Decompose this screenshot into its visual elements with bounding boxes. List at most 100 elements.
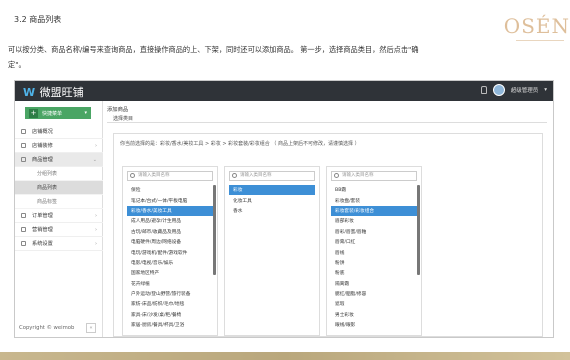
category-item[interactable]: 唇膏/口红 [331, 237, 417, 247]
order-icon [21, 213, 26, 218]
brush-icon [21, 143, 26, 148]
category-search-input[interactable]: 请输入类目名称 [331, 171, 417, 181]
category-item[interactable]: 笔记本/台式/一体/平板电脑 [127, 195, 213, 205]
category-item-selected[interactable]: 彩妆 [229, 185, 315, 196]
chevron-right-icon: › [95, 240, 97, 247]
chevron-down-icon: ▾ [84, 110, 87, 116]
scrollbar[interactable] [417, 185, 420, 275]
paragraph-text: 可以按分类、商品名称/编号来查询商品，直接操作商品的上、下架，同时还可以添加商品… [8, 45, 419, 54]
category-item[interactable]: 成人用品/避孕/计生用品 [127, 216, 213, 226]
category-item[interactable]: BB霜 [331, 185, 417, 195]
search-placeholder: 请输入类目名称 [240, 173, 272, 178]
sidebar-item-goods[interactable]: 商品管理 ⌄ [15, 153, 103, 167]
category-item[interactable]: 眼线/眼影 [331, 320, 417, 330]
plus-icon: + [29, 108, 38, 118]
category-item[interactable]: 古玩/邮币/收藏品及用品 [127, 227, 213, 237]
marketing-icon [21, 227, 26, 232]
chevron-right-icon: › [95, 142, 97, 149]
sidebar-item-label: 商品管理 [32, 157, 53, 163]
gear-icon [21, 241, 26, 246]
tab-label: 选择类目 [113, 116, 134, 122]
sidebar: + 快捷菜单 ▾ 店铺概况 店铺装修 › 商品管理 ⌄ 分组列表 商品列表 商品… [15, 101, 103, 337]
category-item[interactable]: 男士彩妆 [331, 310, 417, 320]
paragraph-text-end: 定"。 [8, 60, 26, 69]
sidebar-subitem-label: 分组列表 [37, 171, 58, 177]
category-item[interactable]: 家居-厨房/餐具/杯具/卫浴 [127, 320, 213, 330]
collapse-sidebar-button[interactable]: « [86, 323, 96, 333]
sidebar-item-decoration[interactable]: 店铺装修 › [15, 139, 103, 153]
category-list-level2: 彩妆 化妆工具 香水 [229, 185, 315, 335]
sidebar-item-settings[interactable]: 系统设置 › [15, 237, 103, 251]
category-item[interactable]: 电玩/游戏机/配件/游戏软件 [127, 247, 213, 257]
category-item[interactable]: 电影/电视/音乐/娱乐 [127, 258, 213, 268]
home-icon [21, 129, 26, 134]
category-item[interactable]: 腮红/胭脂/修容 [331, 289, 417, 299]
footer-band [0, 352, 570, 360]
sidebar-item-label: 营销管理 [32, 227, 53, 233]
sidebar-subitem-goods-list[interactable]: 商品列表 [15, 181, 103, 195]
category-item[interactable]: 家纺-床品/纺织/毛巾/地毯 [127, 299, 213, 309]
category-item[interactable]: 香水 [229, 206, 315, 216]
document-page: 3.2 商品列表 OSÉN 可以按分类、商品名称/编号来查询商品，直接操作商品的… [0, 0, 570, 360]
category-item[interactable]: 唇彩/唇蜜/唇釉 [331, 227, 417, 237]
quick-menu-button[interactable]: + 快捷菜单 ▾ [25, 107, 91, 119]
tab-select-category[interactable]: 选择类目 [107, 115, 547, 123]
category-list-level1: 保险 笔记本/台式/一体/平板电脑 彩妆/香水/美妆工具 成人用品/避孕/计生用… [127, 185, 213, 335]
selected-category-path: 你当前选择的是：彩妆/香水/美妆工具 > 彩妆 > 彩妆套装/彩妆组合 （ 商品… [120, 141, 360, 147]
category-item[interactable]: 国家地区特产 [127, 268, 213, 278]
chevron-right-icon: › [95, 226, 97, 233]
bag-icon [21, 157, 26, 162]
sidebar-item-label: 店铺装修 [32, 143, 53, 149]
category-item[interactable]: 遮瑕 [331, 299, 417, 309]
category-item[interactable]: 花卉绿植 [127, 279, 213, 289]
category-item[interactable]: 隔离霜 [331, 279, 417, 289]
sidebar-item-label: 店铺概况 [32, 129, 53, 135]
sidebar-subitem-tags[interactable]: 商品标签 [15, 195, 103, 209]
search-icon [130, 173, 135, 178]
chevron-right-icon: › [95, 212, 97, 219]
category-item[interactable]: 粉饼 [331, 258, 417, 268]
category-item-selected[interactable]: 彩妆套装/彩妆组合 [331, 205, 417, 217]
category-item[interactable]: 化妆工具 [229, 195, 315, 205]
logo-mark-icon: W [23, 86, 36, 99]
category-column-level3: 请输入类目名称 BB霜 彩妆盘/套装 彩妆套装/彩妆组合 眉部彩妆 唇彩/唇蜜/… [326, 166, 422, 336]
section-heading: 3.2 商品列表 [14, 15, 62, 24]
search-placeholder: 请输入类目名称 [138, 173, 170, 178]
app-logo-name: 微盟旺铺 [39, 86, 84, 99]
category-item[interactable]: 保险 [127, 185, 213, 195]
sidebar-item-marketing[interactable]: 营销管理 › [15, 223, 103, 237]
quick-menu-label: 快捷菜单 [42, 110, 63, 117]
sidebar-subitem-groups[interactable]: 分组列表 [15, 167, 103, 181]
app-logo[interactable]: W 微盟旺铺 [23, 84, 84, 100]
category-item[interactable]: 电脑硬件/周边/网络设备 [127, 237, 213, 247]
chevron-down-icon[interactable]: ▾ [544, 87, 547, 93]
search-icon [334, 173, 339, 178]
scrollbar[interactable] [213, 185, 216, 275]
category-search-input[interactable]: 请输入类目名称 [127, 171, 213, 181]
category-column-level1: 请输入类目名称 保险 笔记本/台式/一体/平板电脑 彩妆/香水/美妆工具 成人用… [122, 166, 218, 336]
sidebar-item-orders[interactable]: 订单管理 › [15, 209, 103, 223]
app-topbar: W 微盟旺铺 超级管理员 ▾ [15, 81, 553, 101]
chevron-down-icon: ⌄ [92, 156, 97, 163]
category-item[interactable]: 唇线 [331, 247, 417, 257]
app-screenshot: W 微盟旺铺 超级管理员 ▾ + 快捷菜单 ▾ 店铺概况 店铺装修 › 商品管理… [14, 80, 554, 338]
avatar[interactable] [492, 84, 505, 96]
search-placeholder: 请输入类目名称 [342, 173, 374, 178]
category-item[interactable]: 眉部彩妆 [331, 216, 417, 226]
category-item[interactable]: 家具-床/沙发/桌/柜/餐椅 [127, 310, 213, 320]
brand-logo: OSÉN [503, 14, 570, 38]
category-item[interactable]: 户外运动/登山野营/旅行装备 [127, 289, 213, 299]
user-name[interactable]: 超级管理员 [511, 86, 539, 94]
category-panel: 你当前选择的是：彩妆/香水/美妆工具 > 彩妆 > 彩妆套装/彩妆组合 （ 商品… [113, 133, 543, 337]
instruction-paragraph: 可以按分类、商品名称/编号来查询商品，直接操作商品的上、下架，同时还可以添加商品… [8, 42, 553, 72]
category-search-input[interactable]: 请输入类目名称 [229, 171, 315, 181]
category-item-selected[interactable]: 彩妆/香水/美妆工具 [127, 205, 213, 217]
sidebar-item-overview[interactable]: 店铺概况 [15, 125, 103, 139]
notification-icon[interactable] [480, 86, 487, 94]
main-content: 添加商品 选择类目 你当前选择的是：彩妆/香水/美妆工具 > 彩妆 > 彩妆套装… [103, 101, 553, 337]
category-item[interactable]: 彩妆盘/套装 [331, 195, 417, 205]
category-item[interactable]: 粉底 [331, 268, 417, 278]
search-icon [232, 173, 237, 178]
sidebar-subitem-label: 商品列表 [37, 185, 58, 191]
category-list-level3: BB霜 彩妆盘/套装 彩妆套装/彩妆组合 眉部彩妆 唇彩/唇蜜/唇釉 唇膏/口红… [331, 185, 417, 335]
